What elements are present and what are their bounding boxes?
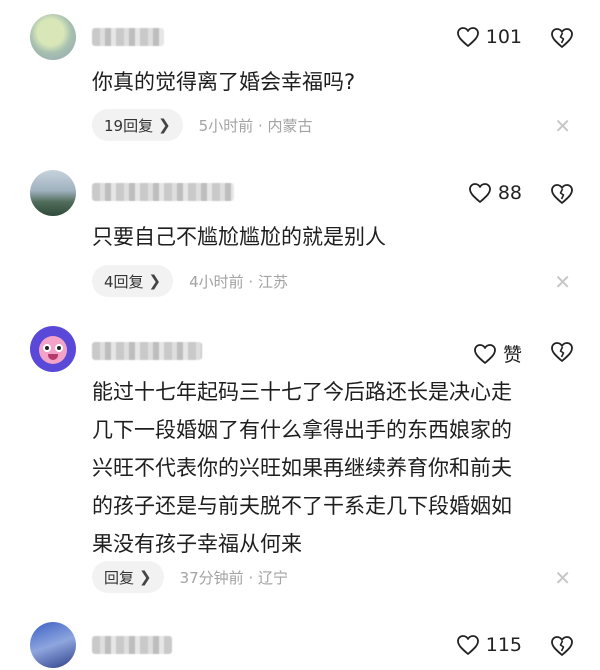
comment-text: 能过十七年起码三十七了今后路还长是决心走 几下一段婚姻了有什么拿得出手的东西娘家…	[92, 373, 570, 563]
avatar[interactable]	[30, 14, 76, 60]
reply-label: 19回复	[104, 116, 154, 135]
like-count: 115	[485, 634, 522, 656]
heart-outline-icon	[468, 183, 491, 203]
comment-item: 101 你真的觉得离了婚会幸福吗? 19回复 ❯ 5小时前 · 内蒙古 ✕	[0, 0, 600, 160]
avatar-eye	[55, 344, 63, 352]
comment-text-line: 兴旺不代表你的兴旺如果再继续养育你和前夫	[92, 456, 512, 480]
username-blurred[interactable]	[92, 183, 234, 201]
avatar[interactable]	[30, 326, 76, 372]
avatar-eye	[43, 344, 51, 352]
username-blurred[interactable]	[92, 342, 202, 360]
reply-button[interactable]: 回复 ❯	[92, 561, 164, 593]
reply-button[interactable]: 19回复 ❯	[92, 109, 183, 141]
username-blurred[interactable]	[92, 636, 172, 654]
comment-item: 赞 能过十七年起码三十七了今后路还长是决心走 几下一段婚姻了有什么拿得出手的东西…	[0, 310, 600, 610]
username-blurred[interactable]	[92, 28, 164, 46]
like-count: 88	[497, 182, 522, 204]
time-location: 4小时前 · 江苏	[189, 272, 288, 291]
close-icon[interactable]: ✕	[554, 272, 571, 292]
avatar[interactable]	[30, 170, 76, 216]
comment-item: 115	[0, 610, 600, 670]
avatar[interactable]	[30, 622, 76, 668]
broken-heart-icon[interactable]	[550, 26, 574, 50]
chevron-right-icon: ❯	[148, 272, 162, 290]
like-button[interactable]: 101	[456, 26, 522, 48]
comment-text-line: 能过十七年起码三十七了今后路还长是决心走	[92, 380, 512, 404]
heart-outline-icon	[474, 343, 496, 364]
avatar-face	[39, 336, 67, 364]
heart-outline-icon	[456, 635, 479, 655]
time-location: 37分钟前 · 辽宁	[179, 568, 288, 587]
comment-text-line: 果没有孩子幸福从何来	[92, 532, 302, 556]
time-location: 5小时前 · 内蒙古	[198, 116, 313, 135]
comment-text-line: 几下一段婚姻了有什么拿得出手的东西娘家的	[92, 418, 512, 442]
like-label: 赞	[502, 344, 522, 366]
heart-outline-icon	[456, 27, 479, 47]
avatar-mouth	[48, 354, 58, 360]
like-button[interactable]: 115	[456, 634, 522, 656]
reply-label: 回复	[104, 568, 135, 587]
comment-text-line: 的孩子还是与前夫脱不了干系走几下段婚姻如	[92, 494, 512, 518]
comment-meta: 4回复 ❯ 4小时前 · 江苏	[92, 265, 288, 297]
broken-heart-icon[interactable]	[550, 182, 574, 206]
chevron-right-icon: ❯	[139, 568, 152, 586]
close-icon[interactable]: ✕	[554, 116, 571, 136]
chevron-right-icon: ❯	[158, 116, 171, 134]
reply-label: 4回复	[104, 272, 144, 291]
close-icon[interactable]: ✕	[554, 568, 571, 588]
comment-item: 88 只要自己不尴尬尴尬的就是别人 4回复 ❯ 4小时前 · 江苏 ✕	[0, 160, 600, 310]
like-button[interactable]: 88	[468, 182, 522, 204]
comment-meta: 回复 ❯ 37分钟前 · 辽宁	[92, 561, 288, 593]
comment-text: 你真的觉得离了婚会幸福吗?	[92, 70, 356, 94]
like-button[interactable]: 赞	[473, 340, 522, 367]
comment-meta: 19回复 ❯ 5小时前 · 内蒙古	[92, 109, 313, 141]
reply-button[interactable]: 4回复 ❯	[92, 265, 174, 297]
broken-heart-icon[interactable]	[550, 340, 574, 364]
comment-text: 只要自己不尴尬尴尬的就是别人	[92, 225, 386, 249]
broken-heart-icon[interactable]	[550, 634, 574, 658]
like-count: 101	[485, 26, 522, 48]
